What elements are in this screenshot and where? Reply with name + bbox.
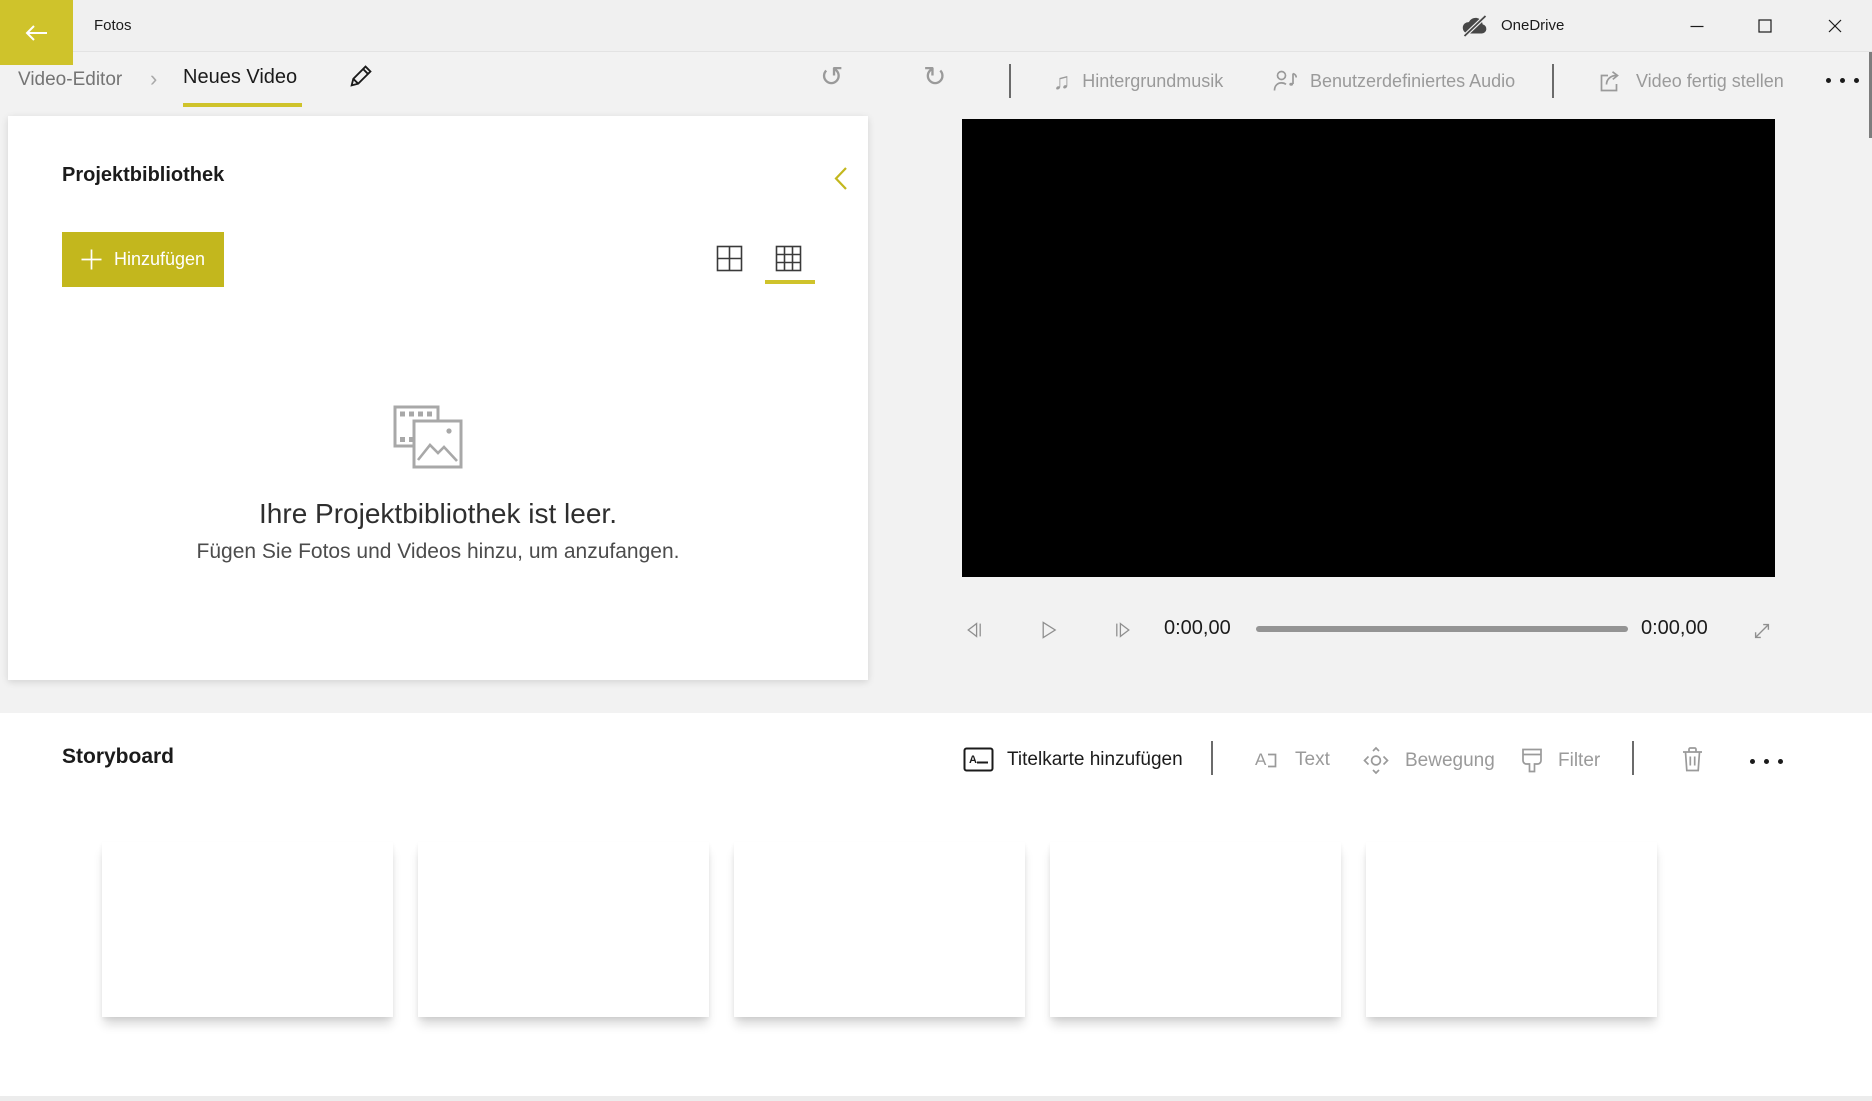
trash-icon [1678,744,1707,775]
text-label: Text [1295,749,1330,771]
person-audio-icon [1272,68,1298,94]
motion-label: Bewegung [1405,750,1495,772]
text-button[interactable]: A Text [1254,746,1330,774]
filter-label: Filter [1558,750,1600,772]
previous-frame-button[interactable] [957,612,993,648]
cloud-offline-icon [1460,14,1490,38]
video-preview [962,119,1775,577]
collapse-panel-button[interactable] [822,160,858,196]
filter-icon [1519,746,1545,775]
add-media-button[interactable]: Hinzufügen [62,232,224,287]
toolbar-divider [1009,64,1011,98]
plus-icon [81,249,102,270]
back-arrow-icon [24,24,50,42]
background-music-label: Hintergrundmusik [1082,71,1223,92]
more-options-button[interactable] [1820,70,1865,90]
background-music-button[interactable]: ♫ Hintergrundmusik [1053,62,1223,100]
text-icon: A [1254,746,1282,774]
custom-audio-label: Benutzerdefiniertes Audio [1310,71,1515,92]
more-icon [1750,759,1755,764]
seek-slider[interactable] [1256,626,1628,632]
view-large-grid-button[interactable] [709,238,749,278]
custom-audio-button[interactable]: Benutzerdefiniertes Audio [1272,62,1515,100]
current-time: 0:00,00 [1164,617,1231,640]
empty-library-subtitle: Fügen Sie Fotos und Videos hinzu, um anz… [8,540,868,564]
redo-icon: ↻ [923,61,946,92]
motion-icon [1360,746,1392,775]
motion-button[interactable]: Bewegung [1360,746,1495,775]
pencil-icon [344,63,374,93]
fullscreen-button[interactable] [1744,613,1780,649]
storyboard-card[interactable] [102,842,393,1017]
storyboard-card[interactable] [1050,842,1341,1017]
onedrive-label: OneDrive [1501,17,1564,34]
finish-video-button[interactable]: Video fertig stellen [1597,62,1784,100]
project-title[interactable]: Neues Video [183,66,297,89]
photos-video-editor-window: Fotos OneDrive [0,0,1872,1101]
storyboard-card[interactable] [734,842,1025,1017]
library-title: Projektbibliothek [62,164,224,187]
empty-library-icon [392,404,464,470]
undo-button[interactable]: ↺ [814,62,849,92]
storyboard-title: Storyboard [62,745,174,769]
title-bar: Fotos OneDrive [0,0,1872,52]
minimize-button[interactable] [1669,0,1725,51]
export-share-icon [1597,68,1624,95]
chevron-left-icon [831,165,850,192]
view-small-grid-button[interactable] [768,238,808,278]
toolbar-divider [1552,64,1554,98]
previous-frame-icon [963,615,987,645]
storyboard-more-button[interactable] [1744,753,1789,769]
rename-project-button[interactable] [338,62,380,94]
storyboard-card[interactable] [1366,842,1657,1017]
title-card-icon: A [963,746,994,773]
grid-3x3-icon [775,245,802,272]
storyboard-divider [1632,741,1634,775]
play-button[interactable] [1030,612,1066,648]
window-bottom-edge [0,1096,1872,1101]
grid-2x2-icon [716,245,743,272]
add-media-label: Hinzufügen [114,249,205,270]
project-title-underline [183,103,302,107]
delete-button[interactable] [1678,744,1707,775]
selected-view-underline [765,280,815,284]
redo-button[interactable]: ↻ [917,62,952,92]
filter-button[interactable]: Filter [1519,746,1600,775]
empty-library-title: Ihre Projektbibliothek ist leer. [8,498,868,530]
storyboard-card[interactable] [418,842,709,1017]
finish-video-label: Video fertig stellen [1636,71,1784,92]
minimize-icon [1690,19,1704,33]
maximize-button[interactable] [1737,0,1793,51]
storyboard-divider [1211,741,1213,775]
maximize-icon [1758,19,1772,33]
onedrive-status[interactable]: OneDrive [1460,0,1564,51]
play-icon [1036,615,1060,645]
project-library-panel: Projektbibliothek Hinzufügen [8,116,868,680]
next-frame-icon [1110,615,1134,645]
expand-diagonal-icon [1750,617,1774,645]
more-icon [1826,78,1831,83]
storyboard-cards [102,842,1657,1017]
add-title-card-button[interactable]: A Titelkarte hinzufügen [963,746,1183,773]
add-title-card-label: Titelkarte hinzufügen [1007,749,1183,771]
next-frame-button[interactable] [1104,612,1140,648]
undo-icon: ↺ [820,61,843,92]
app-title: Fotos [94,0,132,51]
close-button[interactable] [1807,0,1863,51]
close-icon [1828,19,1842,33]
svg-text:A: A [1255,750,1267,769]
back-button[interactable] [0,0,73,65]
breadcrumb-chevron-icon: › [150,66,157,92]
storyboard-section: Storyboard A Titelkarte hinzufügen A Tex… [0,713,1872,1101]
total-time: 0:00,00 [1641,617,1708,640]
music-note-icon: ♫ [1053,70,1070,93]
svg-text:A: A [969,754,977,766]
breadcrumb-video-editor[interactable]: Video-Editor [18,69,122,91]
